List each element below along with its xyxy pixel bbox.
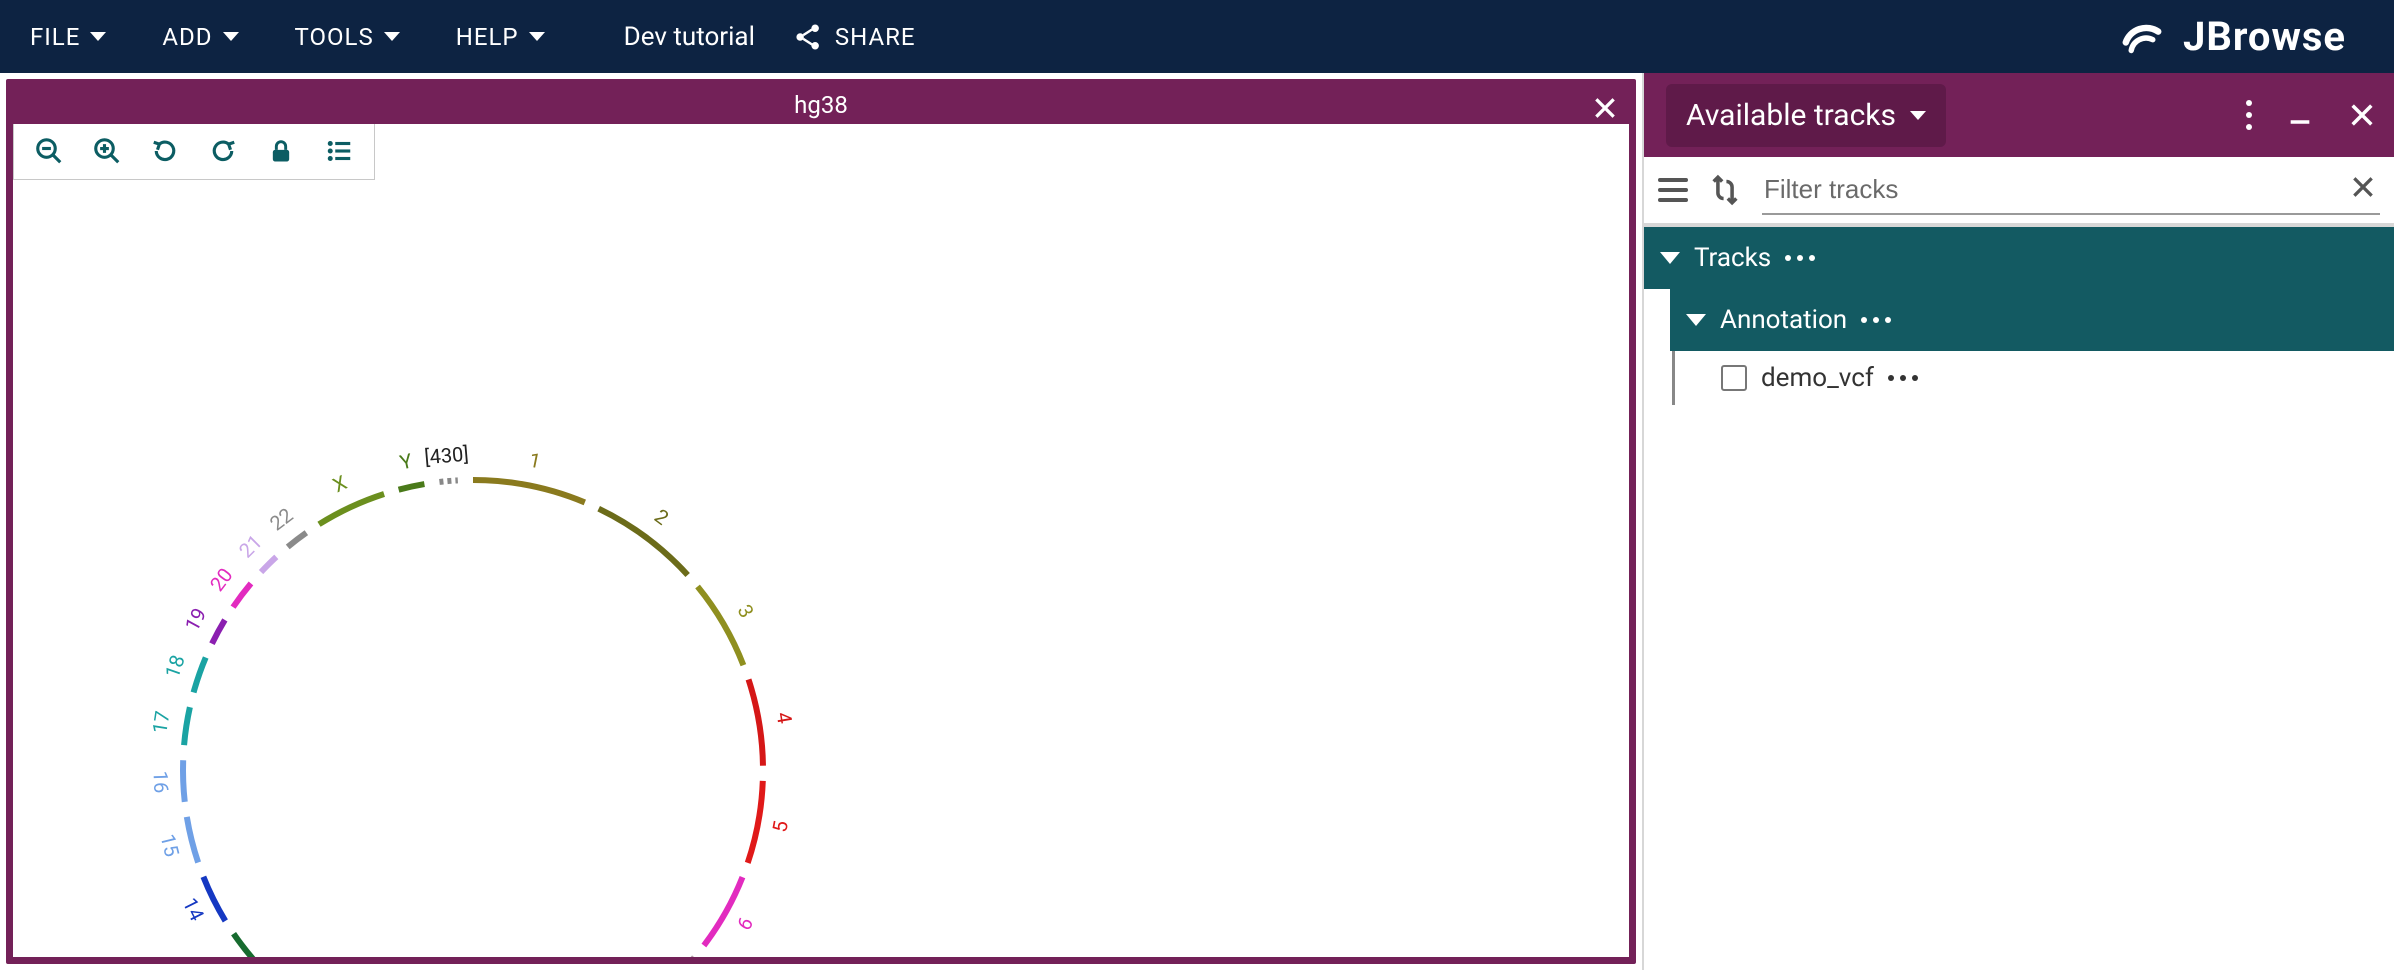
caret-down-icon [223, 32, 239, 41]
svg-text:16: 16 [149, 770, 174, 793]
rotate-ccw-button[interactable] [136, 127, 194, 175]
menu-help-label: HELP [456, 23, 519, 51]
svg-text:1: 1 [527, 448, 543, 474]
svg-text:Y: Y [398, 448, 415, 474]
session-name: Dev tutorial [624, 22, 755, 52]
top-menu-bar: FILE ADD TOOLS HELP Dev tutorial SHARE [0, 0, 2394, 73]
svg-text:2: 2 [650, 504, 673, 530]
connections-icon[interactable] [1708, 173, 1742, 207]
caret-down-icon [90, 32, 106, 41]
panel-title-label: Available tracks [1686, 98, 1896, 133]
brand-text: JBrowse [2183, 13, 2346, 60]
share-icon [793, 22, 823, 52]
svg-text:6: 6 [732, 913, 758, 935]
svg-text:4: 4 [772, 710, 798, 725]
share-button[interactable]: SHARE [775, 8, 934, 66]
brand-logo: JBrowse [2115, 10, 2374, 64]
group-tracks-label: Tracks [1694, 243, 1771, 273]
close-icon [2350, 174, 2376, 200]
svg-text:18: 18 [160, 652, 190, 681]
track-checkbox[interactable] [1721, 365, 1747, 391]
menu-file[interactable]: FILE [20, 15, 116, 59]
group-tracks-menu[interactable] [1785, 255, 1815, 261]
track-selector-panel: Available tracks [1642, 73, 2394, 970]
menu-tools-label: TOOLS [295, 23, 374, 51]
group-tracks[interactable]: Tracks [1644, 227, 2394, 289]
panel-menu-button[interactable] [2246, 100, 2252, 130]
caret-down-icon [529, 32, 545, 41]
caret-down-icon [1910, 111, 1926, 120]
share-label: SHARE [835, 23, 916, 51]
svg-text:17: 17 [147, 709, 174, 735]
rotate-cw-button[interactable] [194, 127, 252, 175]
brand-icon [2115, 10, 2169, 64]
chevron-down-icon [1660, 252, 1680, 264]
menu-file-label: FILE [30, 23, 80, 51]
view-panel: hg38 [0, 73, 1642, 970]
svg-text:22: 22 [265, 503, 297, 536]
track-selector-button[interactable] [310, 127, 368, 175]
view-toolbar [13, 124, 375, 180]
zoom-in-icon [92, 136, 122, 166]
svg-text:20: 20 [205, 563, 238, 595]
lock-icon [267, 137, 295, 165]
group-annotation[interactable]: Annotation [1670, 289, 2394, 351]
minimize-button[interactable] [2286, 101, 2314, 129]
panel-title-dropdown[interactable]: Available tracks [1666, 84, 1946, 147]
circular-view-body[interactable]: 12345678910111213141516171819202122XY[43… [13, 180, 1629, 957]
lock-button[interactable] [252, 127, 310, 175]
group-annotation-label: Annotation [1720, 305, 1847, 335]
close-panel-button[interactable] [2348, 101, 2376, 129]
clear-filter-button[interactable] [2346, 170, 2380, 208]
filter-tracks-input[interactable] [1762, 170, 2346, 209]
svg-text:15: 15 [156, 831, 185, 859]
chevron-down-icon [1686, 314, 1706, 326]
svg-text:5: 5 [767, 819, 793, 834]
group-annotation-menu[interactable] [1861, 317, 1891, 323]
track-row: demo_vcf [1672, 351, 2394, 405]
svg-text:[430]: [430] [423, 442, 469, 470]
menu-add-label: ADD [162, 23, 212, 51]
view-title: hg38 [794, 91, 848, 119]
panel-toolbar [1644, 157, 2394, 227]
svg-text:X: X [329, 470, 351, 497]
circular-ideogram: 12345678910111213141516171819202122XY[43… [13, 180, 1613, 957]
svg-text:21: 21 [234, 530, 267, 563]
svg-text:19: 19 [180, 604, 212, 635]
zoom-in-button[interactable] [78, 127, 136, 175]
close-icon [1592, 95, 1618, 121]
list-icon [324, 136, 354, 166]
track-menu-button[interactable] [1888, 375, 1918, 381]
rotate-ccw-icon [150, 136, 180, 166]
svg-text:3: 3 [733, 600, 759, 622]
svg-text:13: 13 [216, 953, 249, 957]
view-titlebar: hg38 [13, 86, 1629, 124]
zoom-out-button[interactable] [20, 127, 78, 175]
zoom-out-icon [34, 136, 64, 166]
panel-hamburger-button[interactable] [1658, 178, 1688, 202]
svg-text:14: 14 [178, 894, 210, 925]
track-label: demo_vcf [1761, 363, 1874, 393]
panel-header: Available tracks [1644, 73, 2394, 157]
menu-help[interactable]: HELP [446, 15, 555, 59]
menu-add[interactable]: ADD [152, 15, 248, 59]
menu-tools[interactable]: TOOLS [285, 15, 410, 59]
caret-down-icon [384, 32, 400, 41]
view-close-button[interactable] [1589, 92, 1621, 124]
rotate-cw-icon [208, 136, 238, 166]
